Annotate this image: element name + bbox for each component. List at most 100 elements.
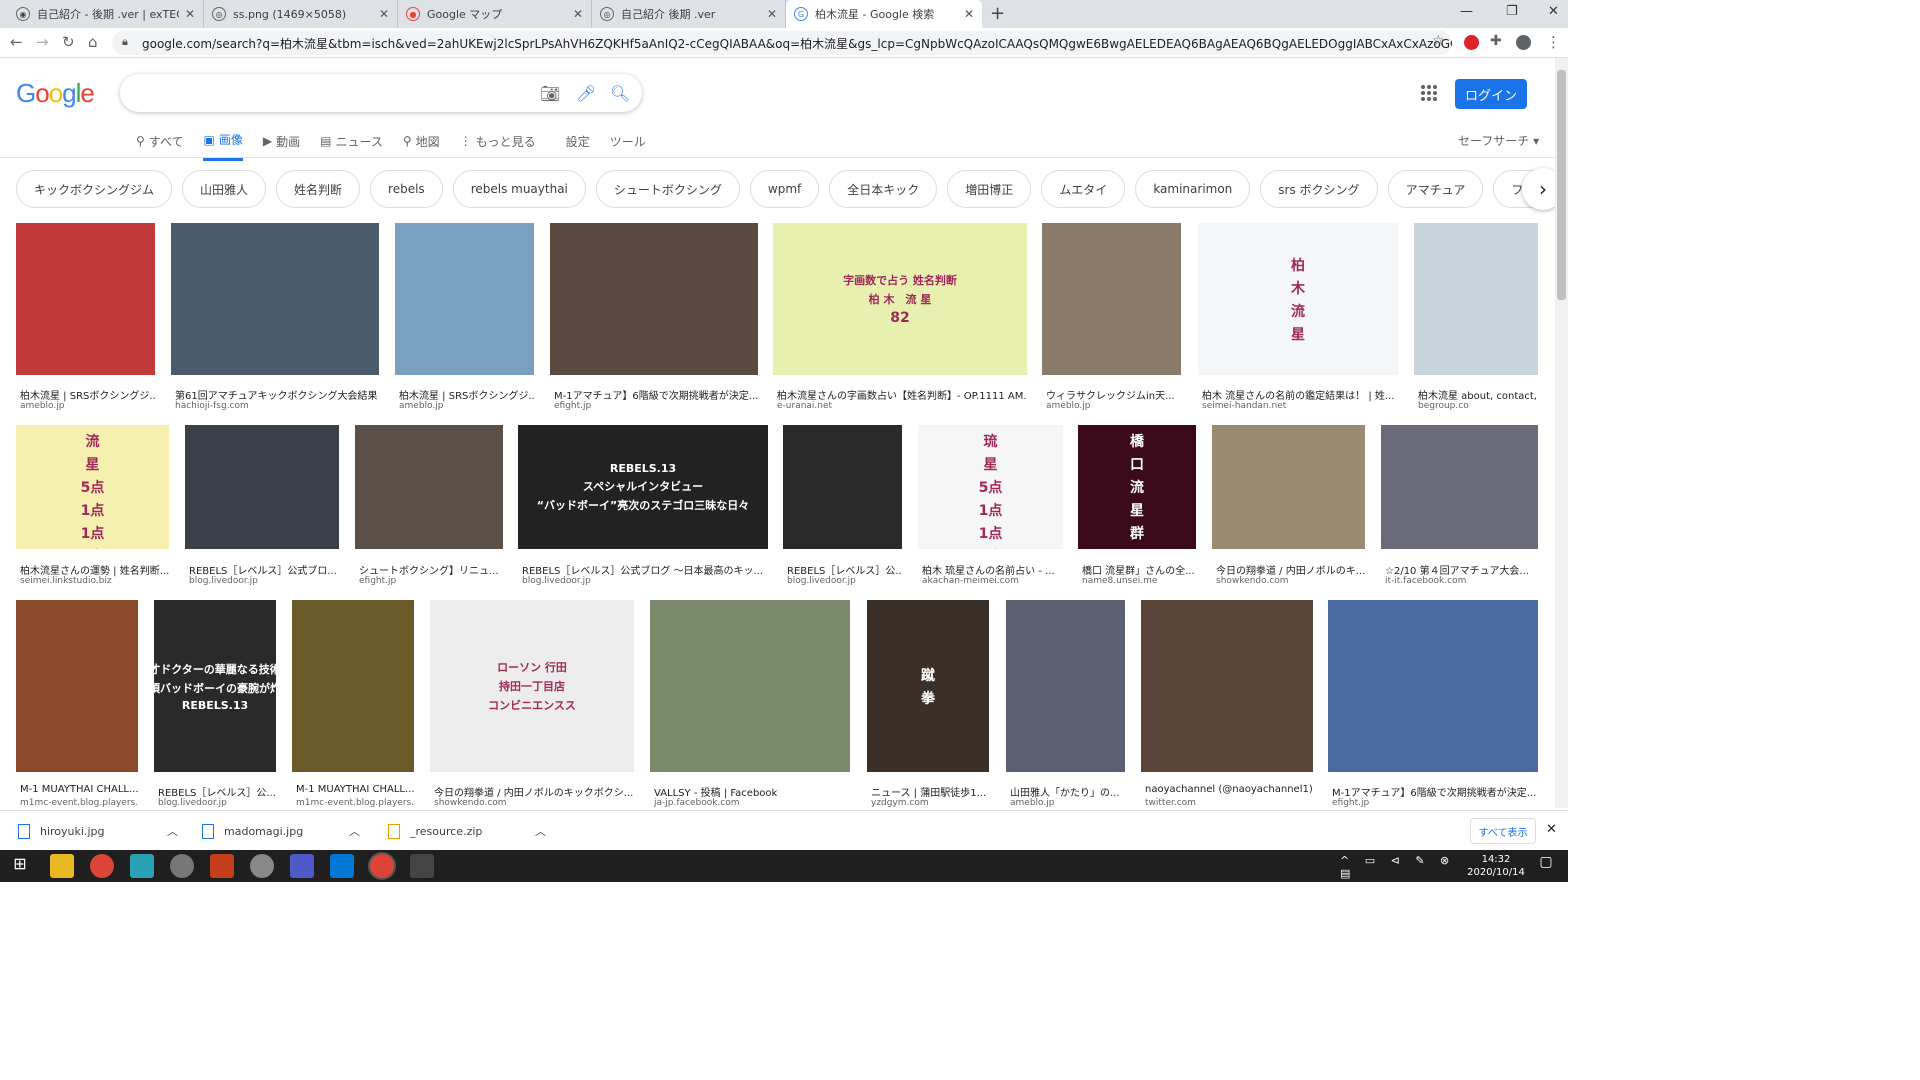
chrome-active-icon[interactable] [370,854,394,878]
result-caption[interactable]: M-1アマチュア】6階級で次期挑戦者が決定... [1332,784,1538,799]
result-caption[interactable]: REBELS［レベルス］公式ブロ... [189,562,339,577]
result-caption[interactable]: M-1 MUAYTHAI CHALL... [296,784,414,795]
result-thumbnail[interactable] [783,425,902,549]
result-caption[interactable]: 柏木 流星さんの名前の鑑定結果は！ | 姓... [1202,387,1398,402]
image-result[interactable]: ☆2/10 第４回アマチュア大会... it-it.facebook.com [1381,425,1538,588]
result-thumbnail[interactable] [292,600,414,772]
image-result[interactable]: 天才ドクターの華麗なる技術に横須バッドボーイの豪腕が炸裂 REBELS.13 REB… [154,600,276,810]
result-thumbnail[interactable]: 天才ドクターの華麗なる技術に横須バッドボーイの豪腕が炸裂 REBELS.13 [154,600,276,772]
result-thumbnail[interactable]: 橋口流星群 [1078,425,1196,549]
suggestion-chip[interactable]: キックボクシングジム [16,170,173,208]
chevron-up-icon[interactable]: ︿ [349,823,360,839]
app-m-icon[interactable] [130,854,154,878]
extensions-icon[interactable]: ✚ [1490,33,1502,49]
search-box[interactable]: 📷︎ 🎤︎ 🔍︎ [120,74,642,112]
result-caption[interactable]: 橋口 流星群」さんの全... [1082,562,1196,577]
suggestion-chip[interactable]: アマチュア [1387,170,1484,208]
result-thumbnail[interactable]: REBELS.13 スペシャルインタビュー “バッドボーイ”亮次のステゴロ三昧な日々 [518,425,768,549]
image-result[interactable]: 柏木流星 | SRSボクシングジ... ameblo.jp [395,223,534,413]
result-caption[interactable]: REBELS［レベルス］公... [787,562,902,577]
result-caption[interactable]: 今日の翔拳道 / 内田ノボルのキ... [1216,562,1365,577]
result-caption[interactable]: naoyachannel (@naoyachannel1) | ... [1145,784,1313,795]
address-bar[interactable]: 🔒︎ google.com/search?q=柏木流星&tbm=isch&ved… [112,31,1452,55]
suggestion-chip[interactable]: ムエタイ [1041,170,1126,208]
result-thumbnail[interactable] [395,223,534,375]
image-result[interactable]: 柏木琉星5点1点1点5点4点柏木 琉星さんの名前占い - ...akachan-… [918,425,1063,588]
download-item[interactable]: madomagi.jpg ︿ [202,819,360,843]
powerpoint-icon[interactable] [210,854,234,878]
show-all-downloads-button[interactable]: すべて表示 [1470,818,1536,844]
system-tray-icon[interactable]: ^ ▭ ⊲ ✎ ⊗ ▤ [1340,854,1460,880]
image-result[interactable]: 山田雅人「かたり」の... ameblo.jp [1006,600,1125,810]
result-caption[interactable]: 第61回アマチュアキックボクシング大会結果 [175,387,379,402]
bookmark-star-icon[interactable]: ☆ [1432,33,1445,49]
image-result[interactable]: 字画数で占う 姓名判断柏 木 流 星 82 柏木流星さんの字画数占い【姓名判断】- … [773,223,1027,413]
image-result[interactable]: M-1アマチュア】6階級で次期挑戦者が決定... efight.jp [1328,600,1538,810]
image-result[interactable]: シュートボクシング】リニュ... efight.jp [355,425,503,588]
tab-tools[interactable]: ツール [610,131,646,161]
download-item[interactable]: _resource.zip ︿ [388,819,546,843]
image-result[interactable]: ウィラサクレックジムin天... ameblo.jp [1042,223,1181,413]
browser-tab-active[interactable]: G 柏木流星 - Google 検索 ✕ [786,0,982,28]
result-caption[interactable]: 柏木流星さんの字画数占い【姓名判断】- OP.1111 AM... [777,387,1027,402]
microphone-icon[interactable]: 🎤︎ [576,84,596,103]
file-explorer-icon[interactable] [50,854,74,878]
tab-videos[interactable]: ▶ 動画 [263,131,300,161]
result-thumbnail[interactable] [185,425,339,549]
opera-extension-icon[interactable] [1464,35,1479,50]
image-result[interactable]: 柏木流星5点1点1点5点4点柏木流星さんの運勢 | 姓名判断...seimei.… [16,425,169,588]
result-caption[interactable]: M-1 MUAYTHAI CHALL... [20,784,138,795]
google-logo[interactable]: Google [16,78,95,109]
image-result[interactable]: 柏木流星 | SRSボクシングジ... ameblo.jp [16,223,155,413]
result-caption[interactable]: 柏木流星 | SRSボクシングジ... [20,387,155,402]
image-result[interactable]: 第61回アマチュアキックボクシング大会結果 hachioji-fsg.com [171,223,379,413]
restore-icon[interactable]: ❐ [1506,4,1518,19]
close-tab-icon[interactable]: ✕ [379,7,389,21]
vscode-icon[interactable] [330,854,354,878]
clock[interactable]: 14:32 2020/10/14 [1466,853,1526,879]
close-tab-icon[interactable]: ✕ [767,7,777,21]
tab-images[interactable]: ▣ 画像 [203,131,243,161]
result-caption[interactable]: 柏木流星さんの運勢 | 姓名判断... [20,562,169,577]
result-thumbnail[interactable] [355,425,503,549]
photos-icon[interactable] [410,854,434,878]
image-result[interactable]: M-1アマチュア】6階級で次期挑戦者が決定... efight.jp [550,223,758,413]
result-thumbnail[interactable]: ローソン 行田 持田一丁目店 コンビニエンスス [430,600,634,772]
back-icon[interactable]: ← [10,33,23,51]
result-caption[interactable]: ☆2/10 第４回アマチュア大会... [1385,562,1538,577]
result-caption[interactable]: M-1アマチュア】6階級で次期挑戦者が決定... [554,387,758,402]
tab-news[interactable]: ▤ ニュース [320,131,383,161]
result-thumbnail[interactable] [1328,600,1538,772]
camera-icon[interactable]: 📷︎ [540,84,560,103]
suggestion-chip[interactable]: srs ボクシング [1260,170,1378,208]
result-thumbnail[interactable] [171,223,379,375]
result-caption[interactable]: REBELS［レベルス］公式ブログ 〜日本最高のキッ... [522,562,768,577]
close-window-icon[interactable]: ✕ [1548,4,1559,19]
search-icon[interactable]: 🔍︎ [610,84,630,103]
download-item[interactable]: hiroyuki.jpg ︿ [18,819,178,843]
tab-maps[interactable]: ⚲ 地図 [403,131,440,161]
notification-icon[interactable]: ▢ [1534,854,1558,878]
chevron-up-icon[interactable]: ︿ [167,823,178,839]
teams-icon[interactable] [290,854,314,878]
result-thumbnail[interactable]: 柏木流星 [1198,223,1398,375]
suggestion-chip[interactable]: rebels [370,170,443,208]
suggestion-chip[interactable]: 山田雅人 [182,170,267,208]
result-thumbnail[interactable] [1006,600,1125,772]
result-caption[interactable]: ウィラサクレックジムin天... [1046,387,1181,402]
chrome-icon[interactable] [90,854,114,878]
result-thumbnail[interactable] [1381,425,1538,549]
chevron-up-icon[interactable]: ︿ [535,823,546,839]
image-result[interactable]: ローソン 行田 持田一丁目店 コンビニエンスス今日の翔拳道 / 内田ノボルのキックボ… [430,600,634,810]
new-tab-icon[interactable]: + [990,3,1005,24]
image-result[interactable]: 蹴拳ニュース | 蒲田駅徒歩1... yzdgym.com [867,600,989,810]
result-caption[interactable]: 柏木流星 about, contact,... [1418,387,1538,402]
result-thumbnail[interactable] [650,600,850,772]
image-result[interactable]: REBELS［レベルス］公式ブロ... blog.livedoor.jp [185,425,339,588]
result-caption[interactable]: 今日の翔拳道 / 内田ノボルのキックボクシ... [434,784,634,799]
result-caption[interactable]: 柏木流星 | SRSボクシングジ... [399,387,534,402]
image-result[interactable]: 今日の翔拳道 / 内田ノボルのキ... showkendo.com [1212,425,1365,588]
result-thumbnail[interactable] [1414,223,1538,375]
app-icon[interactable] [250,854,274,878]
browser-tab[interactable]: ◉ 自己紹介 - 後期 .ver | exTECH ✕ [8,0,204,28]
